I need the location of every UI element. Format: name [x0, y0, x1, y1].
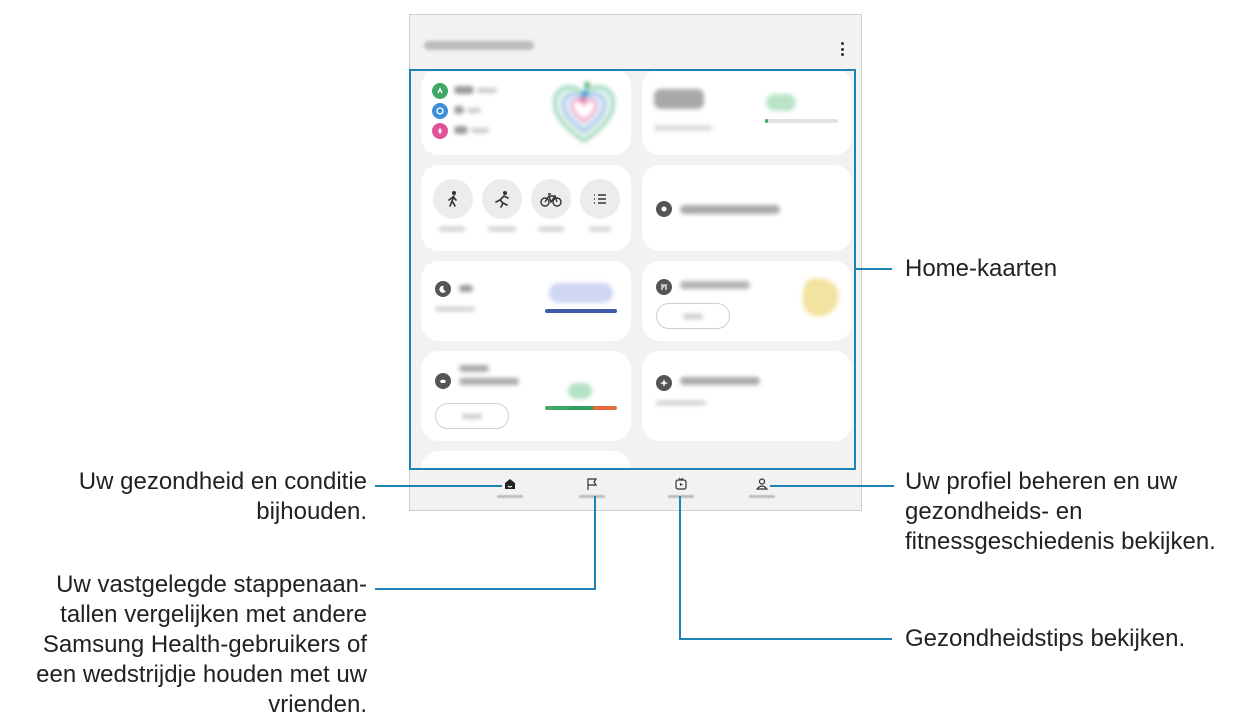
more-options-icon[interactable]: [840, 42, 844, 56]
home-cards-area: [412, 69, 857, 470]
body-composition-icon: [435, 373, 451, 389]
walking-button[interactable]: [433, 179, 473, 219]
callout-manage-profile-line1: Uw profiel beheren en uw: [905, 468, 1178, 495]
callout-track-health-line2: bijhouden.: [256, 498, 367, 525]
callout-health-tips: Gezondheidstips bekijken.: [905, 625, 1186, 652]
play-icon: [675, 477, 687, 490]
body-composition-bar-mid: [569, 406, 593, 410]
callout-track-health: Uw gezondheid en conditie bijhouden.: [79, 467, 367, 527]
nav-together[interactable]: [562, 477, 622, 507]
bottom-navigation: [410, 473, 861, 511]
callout-compare-steps-line2: tallen vergelijken met andere: [60, 601, 367, 628]
sleep-icon: [435, 281, 451, 297]
list-icon: [594, 194, 606, 204]
callout-line-manage-profile: [770, 485, 894, 487]
food-illustration: [802, 278, 839, 317]
nav-fitness[interactable]: [651, 477, 711, 507]
next-card-partial[interactable]: [421, 451, 631, 470]
sleep-time-badge: [549, 283, 613, 303]
body-composition-bar-green: [545, 406, 569, 410]
callout-line-compare-steps-h: [375, 588, 596, 590]
activity-card[interactable]: [421, 69, 631, 155]
callout-manage-profile-line3: fitnessgeschiedenis bekijken.: [905, 528, 1216, 555]
steps-progress-badge: [766, 94, 796, 111]
app-title: [424, 41, 534, 50]
callout-track-health-line1: Uw gezondheid en conditie: [78, 468, 367, 495]
callout-manage-profile: Uw profiel beheren en uw gezondheids- en…: [905, 467, 1216, 557]
callout-compare-steps: Uw vastgelegde stappenaan- tallen vergel…: [36, 570, 367, 720]
callout-compare-steps-line4: een wedstrijdje houden met uw: [36, 661, 367, 688]
steps-icon: [432, 83, 448, 99]
callout-line-compare-steps-v: [594, 496, 596, 590]
running-button[interactable]: [482, 179, 522, 219]
callout-line-home-cards: [856, 268, 892, 270]
nav-home[interactable]: [480, 477, 540, 507]
callout-compare-steps-line5: vrienden.: [268, 691, 367, 718]
cycling-button[interactable]: [531, 179, 571, 219]
callout-compare-steps-line1: Uw vastgelegde stappenaan-: [56, 571, 367, 598]
person-icon: [755, 478, 769, 490]
walking-icon: [448, 191, 457, 207]
food-icon: [656, 279, 672, 295]
callout-line-health-tips-v: [679, 496, 681, 640]
sleep-bar: [545, 309, 617, 313]
samsung-health-screen: [409, 14, 862, 511]
sleep-card[interactable]: [421, 261, 631, 341]
workout-icon: [656, 201, 672, 217]
callout-line-health-tips-h: [679, 638, 892, 640]
flag-icon: [587, 478, 598, 490]
body-composition-bar-orange: [593, 406, 617, 410]
calories-icon: [432, 123, 448, 139]
callout-manage-profile-line2: gezondheids- en: [905, 498, 1083, 525]
body-composition-card[interactable]: [421, 351, 631, 441]
activity-heart-rings: [552, 82, 616, 144]
cycling-icon: [540, 193, 562, 207]
exercise-card[interactable]: [421, 165, 631, 251]
active-time-icon: [432, 103, 448, 119]
home-icon: [505, 479, 515, 489]
callout-home-cards: Home-kaarten: [905, 255, 1058, 282]
steps-progress-track: [765, 119, 838, 123]
body-composition-enter-button[interactable]: [435, 403, 509, 429]
steps-progress-fill: [765, 119, 768, 123]
running-icon: [495, 191, 509, 208]
more-exercises-button[interactable]: [580, 179, 620, 219]
steps-card[interactable]: [642, 69, 852, 155]
callout-line-track-health: [375, 485, 502, 487]
mindfulness-icon: [656, 375, 672, 391]
food-card[interactable]: [642, 261, 852, 341]
callout-compare-steps-line3: Samsung Health-gebruikers of: [42, 631, 367, 658]
food-record-button[interactable]: [656, 303, 730, 329]
workout-history-card[interactable]: [642, 165, 852, 251]
mindfulness-card[interactable]: [642, 351, 852, 441]
nav-my-page[interactable]: [732, 477, 792, 507]
